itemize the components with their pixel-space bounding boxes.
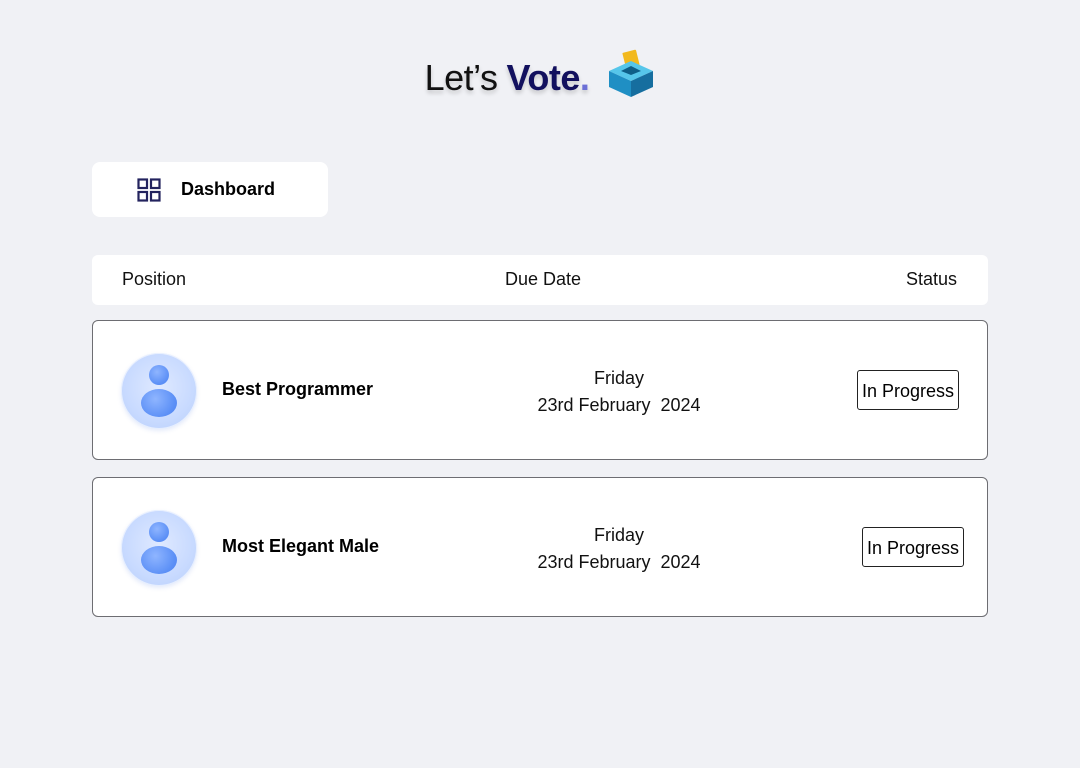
due-date-text: 23rd February 2024 [537,395,701,415]
dashboard-label: Dashboard [181,179,276,199]
table-row[interactable]: Best Programmer Friday 23rd February 202… [92,320,988,460]
position-name: Most Elegant Male [222,536,380,556]
user-avatar-icon [121,353,197,429]
due-date-text: 23rd February 2024 [537,552,701,572]
user-avatar-icon [121,510,197,586]
table-header: Position Due Date Status [92,255,988,305]
column-header-due-date: Due Date [505,269,582,289]
table-row[interactable]: Most Elegant Male Friday 23rd February 2… [92,477,988,617]
app-header: Let’s Vote . [0,49,1080,106]
dashboard-nav-button[interactable]: Dashboard [92,162,328,217]
status-badge[interactable]: In Progress [861,527,964,567]
column-header-position: Position [122,269,187,289]
title-vote: Vote [506,57,581,98]
due-day: Friday [593,525,644,545]
column-header-status: Status [905,269,957,289]
title-dot: . [579,57,590,98]
ballot-box-icon [607,49,655,99]
app-title: Let’s Vote . [425,57,590,99]
title-lets: Let’s [424,57,498,98]
grid-icon [137,177,161,202]
position-name: Best Programmer [222,379,374,399]
due-date: Friday 23rd February 2024 [473,365,765,419]
due-day: Friday [593,368,644,388]
due-date: Friday 23rd February 2024 [473,522,765,576]
status-badge[interactable]: In Progress [856,370,959,410]
page: Let’s Vote . Dashboard Position Due Date… [0,0,1080,768]
